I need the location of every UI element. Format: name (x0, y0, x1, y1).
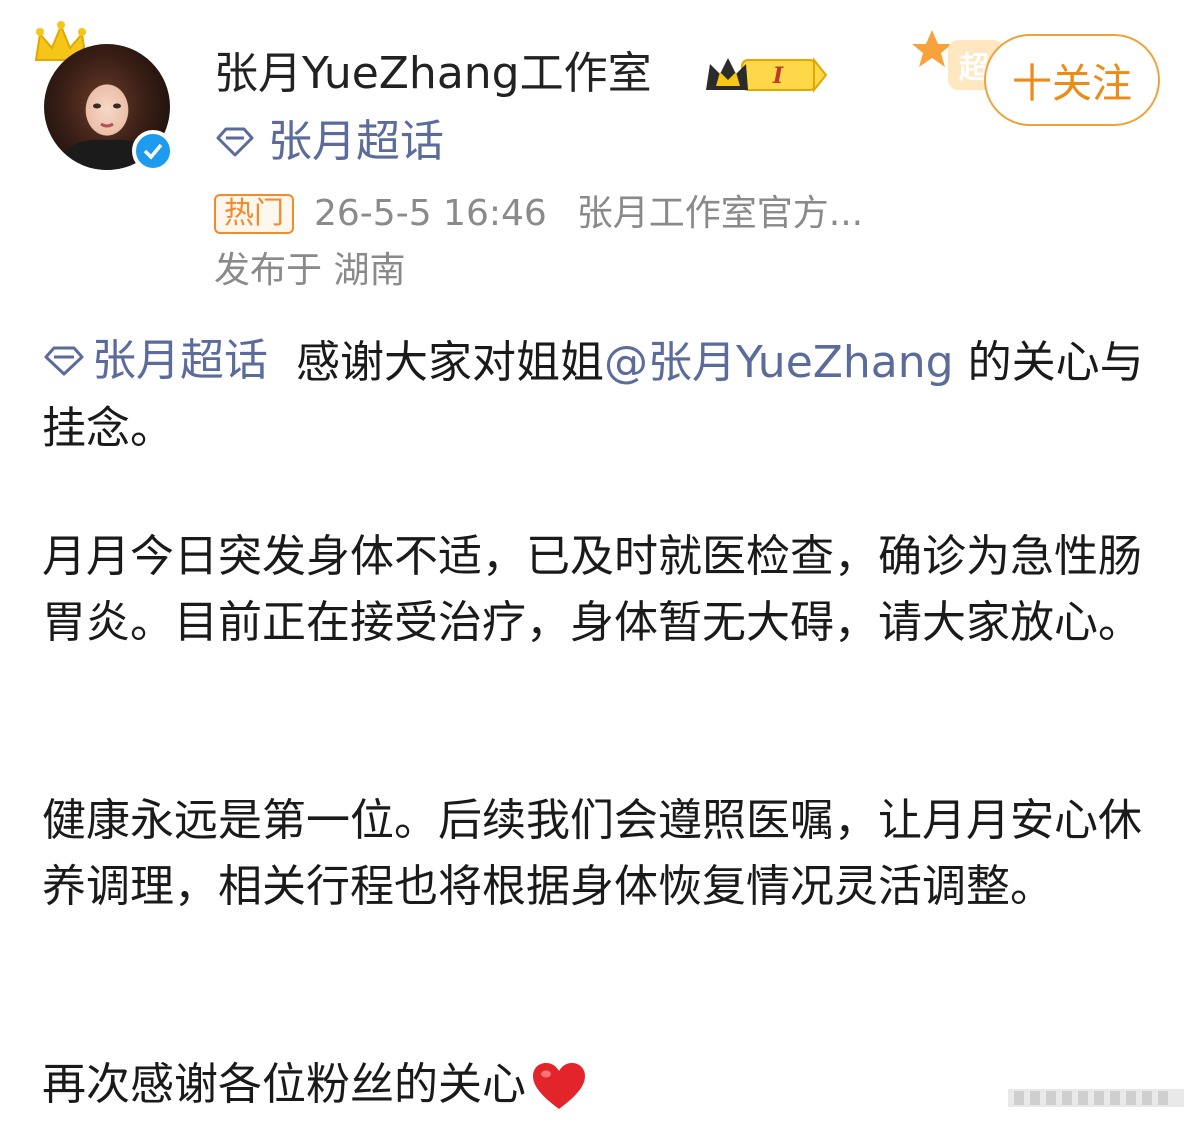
level-badge-icon: I (706, 57, 828, 93)
timestamp: 26-5-5 16:46 (314, 193, 547, 234)
hot-tag: 热门 (214, 194, 294, 234)
post-location: 发布于 湖南 (214, 250, 406, 291)
inline-topic-link[interactable]: 张月超话 (42, 328, 268, 394)
username[interactable]: 张月YueZhang工作室 (214, 44, 652, 104)
heart-icon (533, 1063, 585, 1109)
paragraph-4: 再次感谢各位粉丝的关心 (42, 1052, 1162, 1118)
diamond-icon (216, 127, 254, 157)
meta-line: 热门 26-5-5 16:46 张月工作室官方... (214, 190, 863, 238)
mention-link[interactable]: @张月YueZhang (604, 337, 954, 388)
paragraph-2: 月月今日突发身体不适，已及时就医检查，确诊为急性肠胃炎。目前正在接受治疗，身体暂… (42, 531, 1142, 648)
paragraph-3: 健康永远是第一位。后续我们会遵照医嘱，让月月安心休养调理，相关行程也将根据身体恢… (42, 795, 1142, 912)
inline-topic-label: 张月超话 (92, 335, 268, 386)
watermark-icon (1008, 1089, 1184, 1107)
diamond-icon (44, 346, 84, 376)
svg-text:I: I (772, 63, 784, 89)
p1-text-a: 感谢大家对姐姐 (295, 337, 604, 388)
post-source[interactable]: 张月工作室官方... (577, 190, 863, 238)
follow-button[interactable]: 十关注 (984, 34, 1160, 126)
paragraph-1: 张月超话 感谢大家对姐姐@张月YueZhang 的关心与挂念。 (42, 328, 1162, 462)
follow-label: 十关注 (1012, 61, 1132, 107)
verified-icon (132, 130, 174, 172)
topic-link[interactable]: 张月超话 (214, 112, 444, 172)
p4-text: 再次感谢各位粉丝的关心 (42, 1059, 526, 1110)
topic-label: 张月超话 (268, 116, 444, 167)
